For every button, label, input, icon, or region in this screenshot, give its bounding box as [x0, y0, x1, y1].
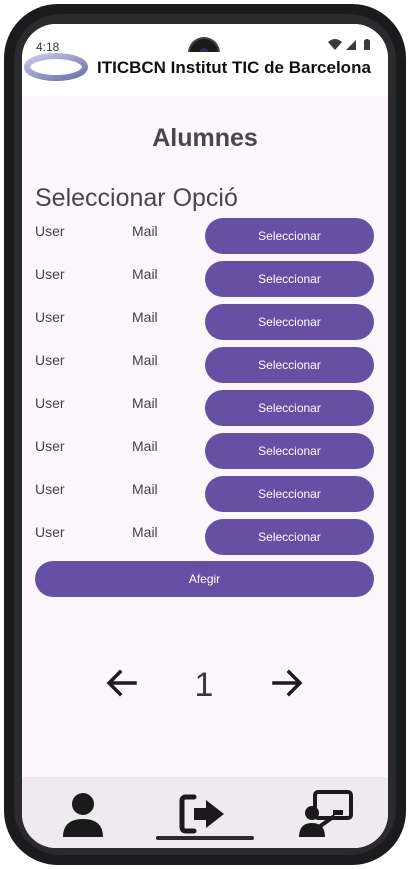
student-mail: Mail — [132, 309, 158, 325]
section-title: Seleccionar Opció — [35, 184, 238, 212]
user-icon — [63, 793, 103, 837]
page-number: 1 — [194, 666, 214, 704]
arrow-left-icon — [106, 669, 137, 697]
student-row: User Mail Seleccionar — [22, 476, 388, 512]
select-button[interactable]: Seleccionar — [205, 304, 374, 340]
app-screen: 4:18 ITICBCN Institut TIC de Barcelona A… — [22, 24, 388, 848]
presentation-icon — [299, 790, 353, 837]
select-button[interactable]: Seleccionar — [205, 347, 374, 383]
status-icons — [328, 39, 370, 50]
select-button[interactable]: Seleccionar — [205, 476, 374, 512]
student-user: User — [35, 438, 65, 454]
student-user: User — [35, 352, 65, 368]
student-row: User Mail Seleccionar — [22, 218, 388, 254]
student-user: User — [35, 266, 65, 282]
student-row: User Mail Seleccionar — [22, 304, 388, 340]
student-mail: Mail — [132, 481, 158, 497]
nav-presentation-button[interactable] — [299, 789, 353, 839]
student-mail: Mail — [132, 524, 158, 540]
student-row: User Mail Seleccionar — [22, 519, 388, 555]
signal-icon — [346, 40, 356, 50]
select-button[interactable]: Seleccionar — [205, 218, 374, 254]
select-button[interactable]: Seleccionar — [205, 261, 374, 297]
student-user: User — [35, 524, 65, 540]
next-page-button[interactable] — [267, 663, 307, 703]
select-button[interactable]: Seleccionar — [205, 519, 374, 555]
student-row: User Mail Seleccionar — [22, 433, 388, 469]
app-title: ITICBCN Institut TIC de Barcelona — [97, 58, 371, 77]
battery-icon — [364, 40, 370, 50]
app-header: ITICBCN Institut TIC de Barcelona — [22, 52, 388, 96]
student-user: User — [35, 395, 65, 411]
student-row: User Mail Seleccionar — [22, 390, 388, 426]
student-user: User — [35, 481, 65, 497]
add-button[interactable]: Afegir — [35, 561, 374, 597]
student-user: User — [35, 223, 65, 239]
home-indicator[interactable] — [156, 836, 254, 840]
arrow-right-icon — [272, 669, 303, 697]
student-mail: Mail — [132, 395, 158, 411]
student-mail: Mail — [132, 438, 158, 454]
select-button[interactable]: Seleccionar — [205, 390, 374, 426]
iticbcn-logo — [24, 53, 88, 81]
prev-page-button[interactable] — [102, 663, 142, 703]
student-mail: Mail — [132, 352, 158, 368]
student-mail: Mail — [132, 223, 158, 239]
student-mail: Mail — [132, 266, 158, 282]
student-user: User — [35, 309, 65, 325]
page-title: Alumnes — [152, 124, 258, 152]
wifi-icon — [328, 39, 342, 50]
nav-profile-button[interactable] — [58, 789, 108, 839]
nav-logout-button[interactable] — [178, 789, 228, 839]
logout-icon — [179, 794, 224, 834]
student-row: User Mail Seleccionar — [22, 347, 388, 383]
pagination: 1 — [22, 660, 388, 710]
student-row: User Mail Seleccionar — [22, 261, 388, 297]
select-button[interactable]: Seleccionar — [205, 433, 374, 469]
